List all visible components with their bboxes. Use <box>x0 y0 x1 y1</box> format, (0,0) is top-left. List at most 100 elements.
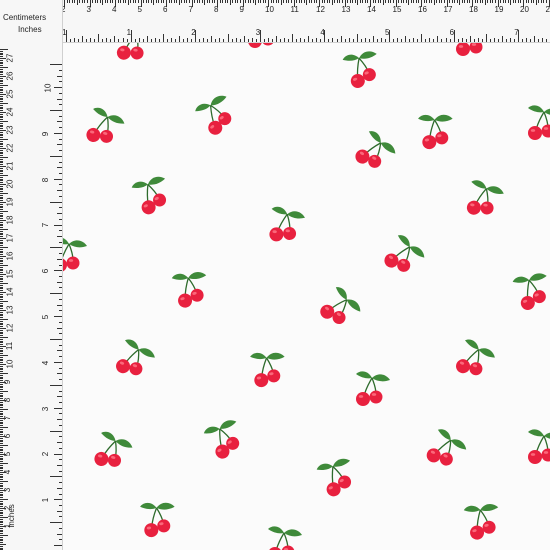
inch-sub-tick <box>465 39 467 42</box>
mm-tick <box>418 0 420 3</box>
mm-tick <box>352 0 354 3</box>
inch-sub-tick <box>54 132 62 134</box>
inch-sub-tick <box>59 161 62 163</box>
inch-sub-tick <box>469 36 471 42</box>
cherry-pair-icon <box>426 429 467 466</box>
inch-sub-tick <box>59 321 62 323</box>
inch-sub-tick <box>175 39 176 42</box>
inch-sub-tick <box>340 36 342 42</box>
inch-sub-tick <box>59 69 62 71</box>
inch-sub-tick <box>59 241 62 243</box>
left-inch-number: 3 <box>41 406 51 411</box>
mm-tick <box>441 0 443 3</box>
inch-sub-tick <box>380 38 382 42</box>
mm-tick <box>181 0 183 3</box>
left-inch-number: 1 <box>41 497 51 503</box>
mm-tick <box>204 0 206 5</box>
mm-tick <box>194 0 196 3</box>
mm-tick <box>484 0 486 5</box>
inch-sub-tick <box>514 39 516 42</box>
inch-sub-tick <box>510 38 512 42</box>
top-inch-number: 5 <box>385 28 390 37</box>
mm-tick <box>538 0 540 3</box>
inch-sub-tick <box>59 436 62 438</box>
inch-sub-tick <box>146 36 148 42</box>
left-cm-number: 23 <box>5 125 15 135</box>
inch-sub-tick <box>235 38 237 42</box>
mm-tick <box>104 0 106 3</box>
mm-tick <box>540 0 542 3</box>
inch-sub-tick <box>54 407 62 409</box>
mm-tick <box>543 0 545 3</box>
mm-tick <box>109 0 111 3</box>
mm-tick <box>482 0 484 3</box>
inch-tick <box>50 64 62 66</box>
left-cm-number: 22 <box>5 143 15 153</box>
mm-tick <box>535 0 537 5</box>
inch-sub-tick <box>59 81 62 83</box>
inch-sub-tick <box>134 39 136 42</box>
mm-tick <box>239 0 241 3</box>
mm-tick <box>209 0 211 3</box>
top-cm-number: 11 <box>290 5 299 14</box>
inch-tick <box>50 522 62 524</box>
inch-sub-tick <box>203 38 205 42</box>
mm-tick <box>500 0 502 3</box>
mm-tick <box>117 0 119 3</box>
mm-tick <box>403 0 405 3</box>
cherry-pair-icon <box>116 42 144 60</box>
left-cm-number: 12 <box>5 323 15 333</box>
top-cm-number: 8 <box>214 5 219 14</box>
inch-sub-tick <box>59 424 62 426</box>
mm-tick <box>464 0 466 3</box>
mm-tick <box>392 0 394 3</box>
inch-sub-tick <box>316 38 318 42</box>
inch-sub-tick <box>215 39 217 42</box>
cherry-pair-icon <box>131 176 167 215</box>
inch-sub-tick <box>59 527 62 529</box>
mm-tick <box>127 0 129 5</box>
inch-tick <box>50 155 62 157</box>
mm-tick <box>431 0 433 3</box>
inch-sub-tick <box>59 115 62 117</box>
top-cm-number: 17 <box>443 5 453 14</box>
left-inch-number: 9 <box>41 131 51 137</box>
cherry-pair-icon <box>528 105 550 140</box>
cherry-pair-icon <box>86 107 125 143</box>
inch-sub-tick <box>59 493 62 495</box>
inch-sub-tick <box>384 39 386 42</box>
mm-tick <box>398 0 400 3</box>
mm-tick <box>487 0 489 3</box>
mm-tick <box>188 0 190 3</box>
inch-sub-tick <box>166 39 168 42</box>
mm-tick <box>530 0 532 3</box>
cherry-pair-icon <box>269 206 305 242</box>
mm-tick <box>201 0 203 3</box>
inch-sub-tick <box>59 92 62 94</box>
top-ruler: Centimeters Inches 123456789101112131415… <box>0 0 550 43</box>
top-inch-number: 7 <box>514 28 519 37</box>
inch-tick <box>50 430 62 432</box>
inch-sub-tick <box>54 499 62 501</box>
inch-sub-tick <box>59 172 62 174</box>
inch-sub-tick <box>57 98 62 100</box>
cherry-pair-icon <box>466 180 504 215</box>
mm-tick <box>145 0 147 3</box>
inch-sub-tick <box>59 298 62 300</box>
cherry-pair-icon <box>418 114 453 150</box>
inch-sub-tick <box>54 361 62 363</box>
inch-sub-tick <box>162 34 164 42</box>
inch-sub-tick <box>57 258 62 260</box>
cherry-pair-icon <box>316 458 352 497</box>
inch-sub-tick <box>425 39 427 42</box>
inch-sub-tick <box>401 39 403 42</box>
inch-sub-tick <box>59 150 62 152</box>
mm-tick <box>334 0 336 3</box>
mm-tick <box>290 0 292 3</box>
left-cm-number: 13 <box>5 305 15 315</box>
top-cm-number: 7 <box>188 5 193 14</box>
inch-tick <box>50 247 62 249</box>
mm-tick <box>443 0 445 3</box>
inch-sub-tick <box>57 235 62 237</box>
mm-tick <box>99 0 101 3</box>
